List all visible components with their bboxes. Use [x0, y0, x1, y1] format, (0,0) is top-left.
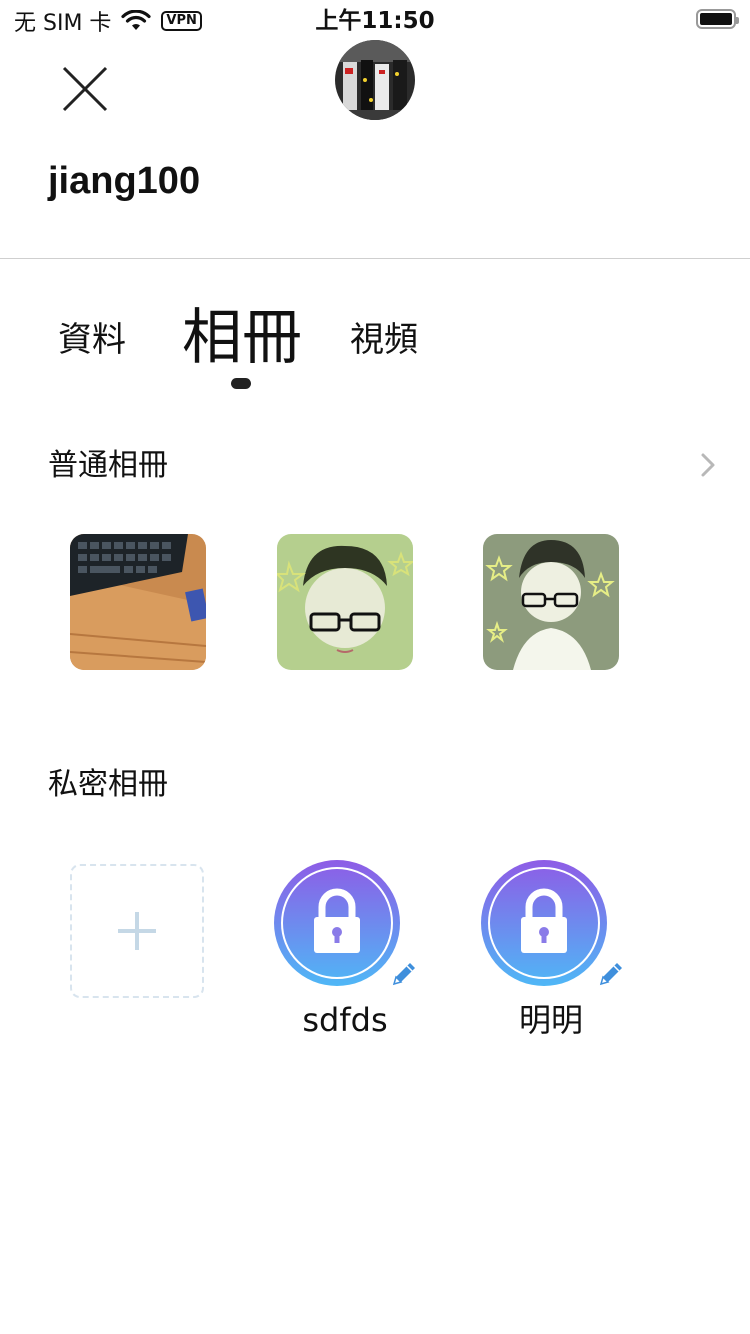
tab-indicator	[231, 378, 251, 389]
private-album-cover[interactable]	[480, 859, 610, 989]
private-album-name: sdfds	[302, 1001, 388, 1039]
tab-videos[interactable]: 視頻	[350, 300, 418, 380]
private-album-cover[interactable]	[273, 859, 403, 989]
close-button[interactable]	[54, 58, 116, 120]
pencil-icon[interactable]	[388, 958, 420, 990]
tab-albums[interactable]: 相冊	[182, 298, 302, 378]
photo-thumbnail[interactable]	[70, 534, 206, 670]
battery-icon	[696, 9, 739, 29]
plus-icon	[118, 912, 156, 950]
chevron-right-icon[interactable]	[697, 450, 721, 480]
username: jiang100	[48, 160, 201, 202]
photo-thumbnail[interactable]	[277, 534, 413, 670]
pencil-icon[interactable]	[595, 958, 627, 990]
private-album-name: 明明	[518, 1001, 583, 1039]
public-albums-title: 普通相冊	[48, 448, 168, 483]
photo-thumbnail[interactable]	[483, 534, 619, 670]
tab-profile[interactable]: 資料	[58, 300, 126, 380]
private-albums-title: 私密相冊	[48, 767, 168, 802]
header-divider	[0, 258, 750, 259]
add-album-button[interactable]	[70, 864, 204, 998]
avatar[interactable]	[335, 40, 415, 120]
status-time: 上午11:50	[315, 8, 435, 34]
